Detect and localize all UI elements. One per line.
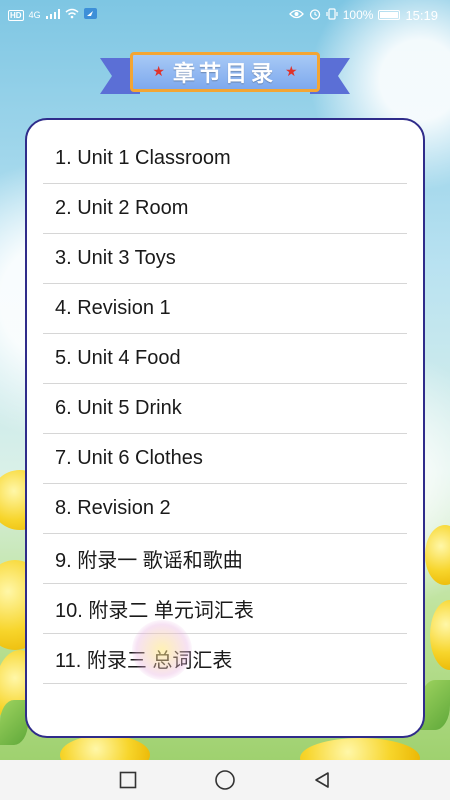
alarm-icon — [309, 8, 321, 23]
hd-indicator: HD — [8, 9, 24, 21]
chapter-item-1[interactable]: 1. Unit 1 Classroom — [43, 134, 407, 184]
chapter-item-6[interactable]: 6. Unit 5 Drink — [43, 384, 407, 434]
battery-icon — [378, 10, 401, 20]
status-bar: HD 4G 100% 15:19 — [0, 0, 450, 30]
title-ribbon: ★ 章节目录 ★ — [100, 48, 350, 98]
vibrate-icon — [326, 7, 338, 23]
flower-decoration — [430, 600, 450, 670]
star-icon: ★ — [285, 64, 298, 80]
system-nav-bar — [0, 760, 450, 800]
ribbon-banner: ★ 章节目录 ★ — [130, 52, 320, 92]
square-recents-icon[interactable] — [108, 760, 148, 800]
leaf-decoration — [0, 700, 28, 745]
chapter-item-7[interactable]: 7. Unit 6 Clothes — [43, 434, 407, 484]
eye-icon — [288, 8, 304, 22]
circle-home-icon[interactable] — [205, 760, 245, 800]
signal-type: 4G — [28, 10, 41, 20]
chapter-item-8[interactable]: 8. Revision 2 — [43, 484, 407, 534]
app-notification-icon — [83, 8, 97, 22]
chapter-item-3[interactable]: 3. Unit 3 Toys — [43, 234, 407, 284]
chapter-item-10[interactable]: 10. 附录二 单元词汇表 — [43, 584, 407, 634]
chapter-item-9[interactable]: 9. 附录一 歌谣和歌曲 — [43, 534, 407, 584]
chapter-item-4[interactable]: 4. Revision 1 — [43, 284, 407, 334]
chapter-item-5[interactable]: 5. Unit 4 Food — [43, 334, 407, 384]
flower-decoration — [425, 525, 450, 585]
battery-percent: 100% — [342, 8, 374, 22]
star-icon: ★ — [152, 64, 165, 80]
chapter-item-11[interactable]: 11. 附录三 总词汇表 — [43, 634, 407, 684]
clock: 15:19 — [405, 7, 438, 23]
triangle-back-icon[interactable] — [302, 760, 342, 800]
chapter-list: 1. Unit 1 Classroom 2. Unit 2 Room 3. Un… — [43, 134, 407, 684]
page-title: 章节目录 — [172, 62, 277, 87]
signal-bars-icon — [45, 8, 60, 22]
wifi-icon — [65, 8, 79, 22]
chapter-item-2[interactable]: 2. Unit 2 Room — [43, 184, 407, 234]
chapter-card: 1. Unit 1 Classroom 2. Unit 2 Room 3. Un… — [25, 118, 425, 738]
